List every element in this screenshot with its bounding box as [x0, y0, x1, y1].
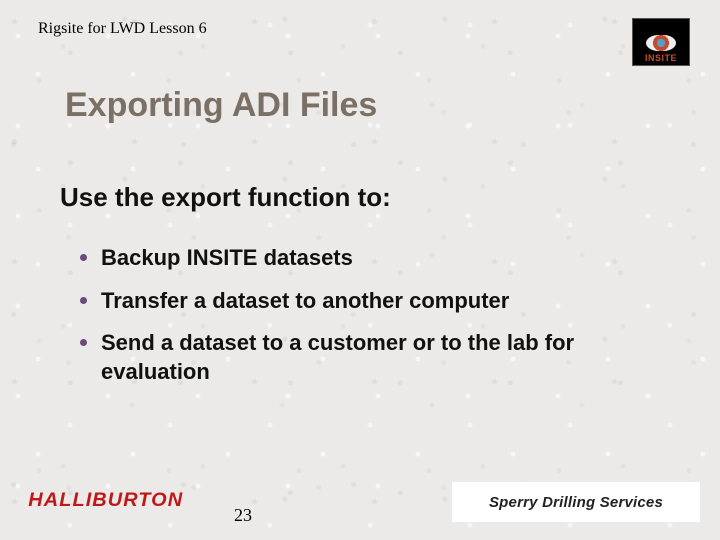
bullet-icon: [80, 339, 87, 346]
slide: Rigsite for LWD Lesson 6 INSITE Exportin…: [0, 0, 720, 540]
sperry-logo: Sperry Drilling Services: [452, 482, 700, 522]
sperry-logo-text: Sperry Drilling Services: [489, 494, 663, 511]
bullet-list: Backup INSITE datasets Transfer a datase…: [80, 230, 660, 400]
list-item: Transfer a dataset to another computer: [80, 287, 660, 316]
slide-subtitle: Use the export function to:: [60, 182, 391, 213]
bullet-text: Send a dataset to a customer or to the l…: [101, 329, 660, 386]
bullet-text: Backup INSITE datasets: [101, 244, 353, 273]
halliburton-logo: HALLIBURTON: [28, 490, 183, 512]
list-item: Send a dataset to a customer or to the l…: [80, 329, 660, 386]
lesson-label: Rigsite for LWD Lesson 6: [38, 20, 207, 38]
slide-title: Exporting ADI Files: [65, 86, 377, 125]
list-item: Backup INSITE datasets: [80, 244, 660, 273]
bullet-icon: [80, 254, 87, 261]
eye-icon: [646, 35, 676, 51]
bullet-icon: [80, 297, 87, 304]
insite-logo: INSITE: [632, 18, 690, 66]
page-number: 23: [234, 505, 252, 526]
insite-logo-text: INSITE: [645, 53, 677, 63]
bullet-text: Transfer a dataset to another computer: [101, 287, 509, 316]
